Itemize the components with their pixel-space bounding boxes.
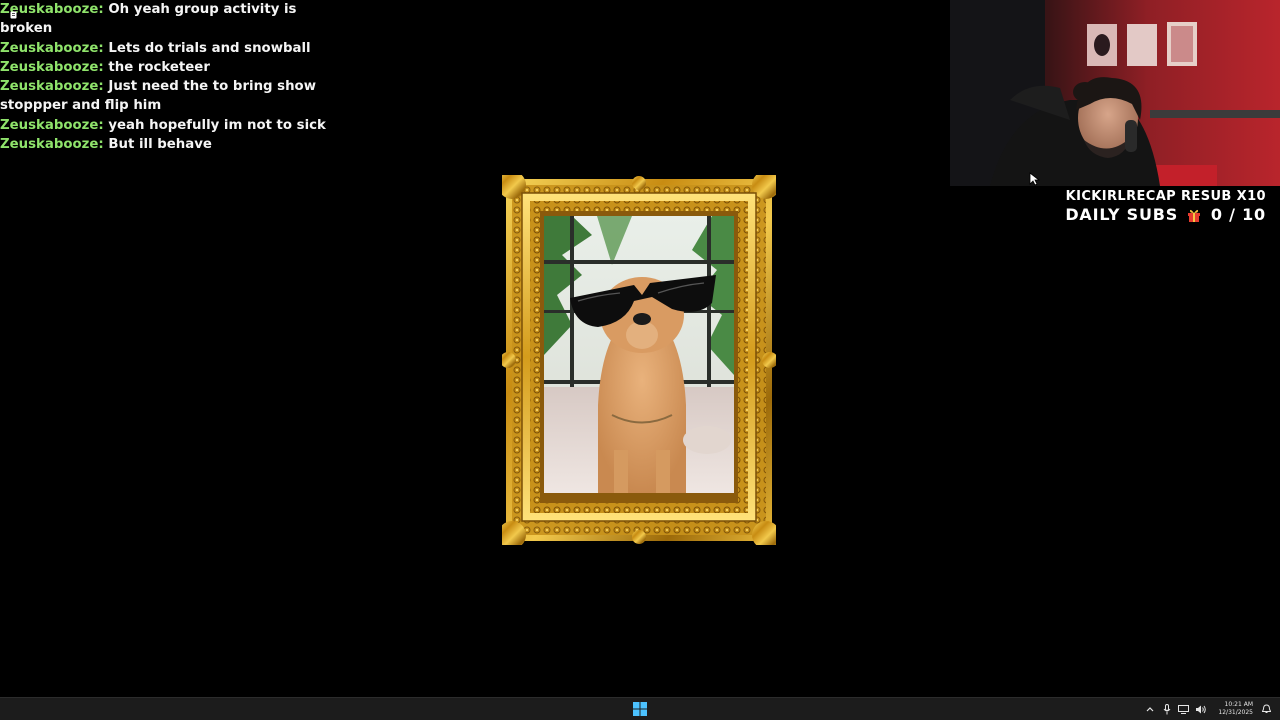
notification-bell-icon[interactable] bbox=[1261, 704, 1272, 715]
chevron-up-icon[interactable] bbox=[1144, 704, 1155, 715]
chat-badge-icon bbox=[10, 11, 17, 19]
chat-username: Zeuskabooze bbox=[0, 40, 99, 56]
system-clock[interactable]: 10:21 AM 12/31/2025 bbox=[1218, 701, 1253, 717]
chat-separator: : bbox=[98, 137, 104, 153]
webcam-streamer-icon bbox=[950, 0, 1280, 186]
stream-canvas: Zeuskabooze: Oh yeah group activity is b… bbox=[0, 0, 1280, 697]
framed-picture bbox=[502, 175, 776, 545]
chat-message: Zeuskabooze: Lets do trials and snowball bbox=[0, 39, 330, 58]
chat-separator: : bbox=[98, 59, 104, 75]
chat-username: Zeuskabooze bbox=[0, 59, 99, 75]
chat-username: Zeuskabooze bbox=[0, 137, 99, 153]
display-icon[interactable] bbox=[1178, 704, 1190, 715]
chat-overlay: Zeuskabooze: Oh yeah group activity is b… bbox=[0, 0, 330, 154]
chat-message: Zeuskabooze: the rocketeer bbox=[0, 58, 330, 77]
chat-text: the rocketeer bbox=[108, 59, 210, 75]
system-tray: 10:21 AM 12/31/2025 bbox=[1144, 698, 1272, 720]
sub-goal-widget: KICKIRLRECAP RESUB X10 DAILY SUBS 0 / 10 bbox=[1065, 189, 1266, 225]
daily-subs-progress: 0 / 10 bbox=[1210, 205, 1266, 224]
gift-icon bbox=[1188, 209, 1201, 222]
chat-text: Lets do trials and snowball bbox=[108, 40, 311, 56]
webcam-feed bbox=[950, 0, 1280, 186]
chat-separator: : bbox=[98, 2, 104, 17]
chat-message: Zeuskabooze: Oh yeah group activity is b… bbox=[0, 0, 330, 39]
ornate-gold-frame bbox=[502, 175, 776, 545]
clock-time: 10:21 AM bbox=[1224, 701, 1253, 708]
chat-separator: : bbox=[98, 79, 104, 95]
chat-text: yeah hopefully im not to sick bbox=[108, 117, 326, 133]
resub-banner: KICKIRLRECAP RESUB X10 bbox=[1065, 189, 1266, 204]
chat-message: Zeuskabooze: Just need the to bring show… bbox=[0, 77, 330, 116]
chat-separator: : bbox=[98, 40, 104, 56]
daily-subs-counter: DAILY SUBS 0 / 10 bbox=[1065, 205, 1266, 225]
mouse-cursor-icon bbox=[1029, 172, 1041, 186]
chat-message: Zeuskabooze: But ill behave bbox=[0, 135, 330, 154]
chat-separator: : bbox=[98, 117, 104, 133]
daily-subs-label: DAILY SUBS bbox=[1065, 205, 1179, 224]
chat-message: Zeuskabooze: yeah hopefully im not to si… bbox=[0, 116, 330, 135]
chat-text: But ill behave bbox=[108, 137, 212, 153]
volume-icon[interactable] bbox=[1195, 704, 1207, 715]
windows-taskbar: 10:21 AM 12/31/2025 bbox=[0, 697, 1280, 720]
chat-username: Zeuskabooze bbox=[0, 117, 99, 133]
dog-photo bbox=[544, 216, 734, 493]
clock-date: 12/31/2025 bbox=[1218, 709, 1253, 716]
windows-logo-icon[interactable] bbox=[632, 701, 648, 717]
chat-username: Zeuskabooze bbox=[0, 79, 99, 95]
microphone-icon[interactable] bbox=[1161, 703, 1172, 715]
